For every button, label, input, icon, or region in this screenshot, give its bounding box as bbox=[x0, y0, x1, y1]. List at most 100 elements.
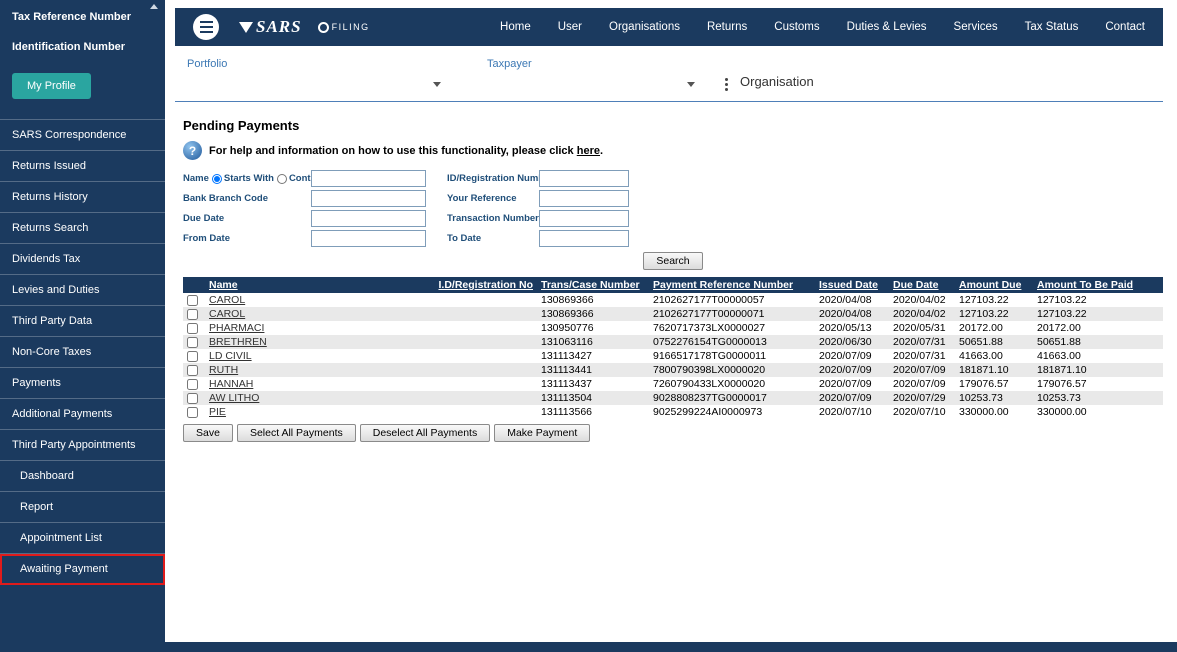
column-header-amount-to-be-paid[interactable]: Amount To Be Paid bbox=[1037, 279, 1133, 291]
nav-item-returns[interactable]: Returns bbox=[707, 21, 747, 33]
help-text: For help and information on how to use t… bbox=[209, 145, 603, 157]
cell-trans-case: 130869366 bbox=[537, 307, 649, 321]
taxpayer-name-link[interactable]: HANNAH bbox=[209, 378, 253, 390]
column-header-cell: I.D/Registration No bbox=[433, 277, 537, 293]
id-registration-label: ID/Registration Number bbox=[447, 173, 554, 184]
column-header-trans-case-number[interactable]: Trans/Case Number bbox=[541, 279, 640, 291]
column-header-payment-reference-number[interactable]: Payment Reference Number bbox=[653, 279, 793, 291]
taxpayer-name-link[interactable]: BRETHREN bbox=[209, 336, 267, 348]
row-checkbox[interactable] bbox=[187, 350, 198, 362]
sidebar-item-returns-issued[interactable]: Returns Issued bbox=[0, 151, 165, 182]
sidebar-menu: SARS Correspondence Returns Issued Returns… bbox=[0, 119, 165, 585]
row-checkbox[interactable] bbox=[187, 392, 198, 404]
cell-amount-to-be-paid: 41663.00 bbox=[1037, 350, 1081, 362]
row-checkbox[interactable] bbox=[187, 294, 198, 306]
contains-radio-input[interactable] bbox=[276, 173, 287, 184]
payments-tbody: CAROL 130869366 2102627177T00000057 2020/04… bbox=[183, 293, 1163, 419]
taxpayer-name-link[interactable]: CAROL bbox=[209, 308, 245, 320]
sidebar-item-sars-correspondence[interactable]: SARS Correspondence bbox=[0, 120, 165, 151]
to-date-input[interactable] bbox=[539, 230, 629, 247]
starts-with-radio[interactable]: Starts With bbox=[211, 173, 274, 184]
column-header-issued-date[interactable]: Issued Date bbox=[819, 279, 878, 291]
help-icon[interactable] bbox=[183, 141, 202, 160]
row-checkbox[interactable] bbox=[187, 322, 198, 334]
payments-header-row: Name I.D/Registration No Trans/Case Number… bbox=[183, 277, 1163, 293]
from-date-input[interactable] bbox=[311, 230, 426, 247]
column-header-i-d-registration-no[interactable]: I.D/Registration No bbox=[438, 279, 533, 291]
cell-trans-case: 131113427 bbox=[541, 350, 592, 362]
menu-icon[interactable] bbox=[193, 14, 219, 40]
sidebar-item-levies-and-duties[interactable]: Levies and Duties bbox=[0, 275, 165, 306]
nav-item-home[interactable]: Home bbox=[500, 21, 531, 33]
make-payment-button[interactable]: Make Payment bbox=[494, 424, 591, 442]
from-date-label: From Date bbox=[183, 233, 230, 244]
scroll-up-icon[interactable] bbox=[150, 4, 158, 9]
portfolio-select-group: Portfolio bbox=[187, 58, 445, 87]
name-input[interactable] bbox=[311, 170, 426, 187]
row-checkbox[interactable] bbox=[187, 406, 198, 418]
sidebar-item-additional-payments[interactable]: Additional Payments bbox=[0, 399, 165, 430]
due-date-input[interactable] bbox=[311, 210, 426, 227]
nav-item-contact[interactable]: Contact bbox=[1105, 21, 1145, 33]
cell-name: PHARMACI bbox=[205, 321, 433, 335]
starts-with-radio-input[interactable] bbox=[211, 173, 222, 184]
taxpayer-name-link[interactable]: CAROL bbox=[209, 294, 245, 306]
sidebar-item-awaiting-payment[interactable]: Awaiting Payment bbox=[0, 554, 165, 585]
sidebar-item-third-party-data[interactable]: Third Party Data bbox=[0, 306, 165, 337]
sidebar-item-third-party-appointments[interactable]: Third Party Appointments bbox=[0, 430, 165, 461]
row-checkbox[interactable] bbox=[187, 308, 198, 320]
sidebar-item-report[interactable]: Report bbox=[0, 492, 165, 523]
row-checkbox[interactable] bbox=[187, 336, 198, 348]
search-button[interactable]: Search bbox=[643, 252, 703, 270]
bank-branch-input[interactable] bbox=[311, 190, 426, 207]
cell-id-registration bbox=[433, 391, 537, 405]
taxpayer-name-link[interactable]: PHARMACI bbox=[209, 322, 264, 334]
checkbox-cell bbox=[183, 293, 205, 307]
save-button[interactable]: Save bbox=[183, 424, 233, 442]
id-registration-input[interactable] bbox=[539, 170, 629, 187]
your-reference-input[interactable] bbox=[539, 190, 629, 207]
sidebar-item-payments[interactable]: Payments bbox=[0, 368, 165, 399]
sidebar-item-returns-history[interactable]: Returns History bbox=[0, 182, 165, 213]
select-all-payments-button[interactable]: Select All Payments bbox=[236, 424, 356, 442]
sidebar-item-tax-reference-number[interactable]: Tax Reference Number bbox=[0, 0, 165, 30]
column-header-cell: Due Date bbox=[889, 277, 955, 293]
column-header-amount-due[interactable]: Amount Due bbox=[959, 279, 1021, 291]
portfolio-select[interactable] bbox=[187, 82, 445, 87]
taxpayer-name-link[interactable]: AW LITHO bbox=[209, 392, 259, 404]
due-date-label: Due Date bbox=[183, 213, 225, 224]
nav-item-duties-levies[interactable]: Duties & Levies bbox=[847, 21, 927, 33]
cell-trans-case: 131113441 bbox=[537, 363, 649, 377]
nav-item-user[interactable]: User bbox=[558, 21, 582, 33]
deselect-all-payments-button[interactable]: Deselect All Payments bbox=[359, 424, 491, 442]
taxpayer-name-link[interactable]: RUTH bbox=[209, 364, 238, 376]
cell-trans-case: 131113566 bbox=[541, 406, 592, 418]
transaction-number-input[interactable] bbox=[539, 210, 629, 227]
nav-item-customs[interactable]: Customs bbox=[774, 21, 819, 33]
cell-issued-date: 2020/07/09 bbox=[819, 350, 872, 362]
row-checkbox[interactable] bbox=[187, 378, 198, 390]
nav-item-tax-status[interactable]: Tax Status bbox=[1025, 21, 1079, 33]
nav-item-services[interactable]: Services bbox=[954, 21, 998, 33]
sidebar-item-appointment-list[interactable]: Appointment List bbox=[0, 523, 165, 554]
kebab-menu-icon[interactable] bbox=[725, 78, 728, 91]
taxpayer-name-link[interactable]: LD CIVIL bbox=[209, 350, 252, 362]
sidebar-item-returns-search[interactable]: Returns Search bbox=[0, 213, 165, 244]
taxpayer-select[interactable] bbox=[487, 82, 699, 87]
cell-amount-due: 127103.22 bbox=[959, 294, 1009, 306]
nav-item-organisations[interactable]: Organisations bbox=[609, 21, 680, 33]
taxpayer-name-link[interactable]: PIE bbox=[209, 406, 226, 418]
payment-row: HANNAH 131113437 7260790433LX0000020 2020/0… bbox=[183, 377, 1163, 391]
help-link[interactable]: here bbox=[577, 145, 600, 157]
sidebar-item-non-core-taxes[interactable]: Non-Core Taxes bbox=[0, 337, 165, 368]
chevron-down-icon bbox=[433, 82, 441, 87]
sidebar-item-dashboard[interactable]: Dashboard bbox=[0, 461, 165, 492]
column-header-name[interactable]: Name bbox=[209, 279, 238, 291]
sidebar: Tax Reference Number Identification Numb… bbox=[0, 0, 165, 652]
my-profile-button[interactable]: My Profile bbox=[12, 73, 91, 99]
sidebar-item-dividends-tax[interactable]: Dividends Tax bbox=[0, 244, 165, 275]
row-checkbox[interactable] bbox=[187, 364, 198, 376]
column-header-due-date[interactable]: Due Date bbox=[893, 279, 939, 291]
navbar-links: Home User Organisations Returns Customs Dutie… bbox=[500, 21, 1145, 33]
sidebar-item-identification-number[interactable]: Identification Number bbox=[0, 30, 165, 60]
